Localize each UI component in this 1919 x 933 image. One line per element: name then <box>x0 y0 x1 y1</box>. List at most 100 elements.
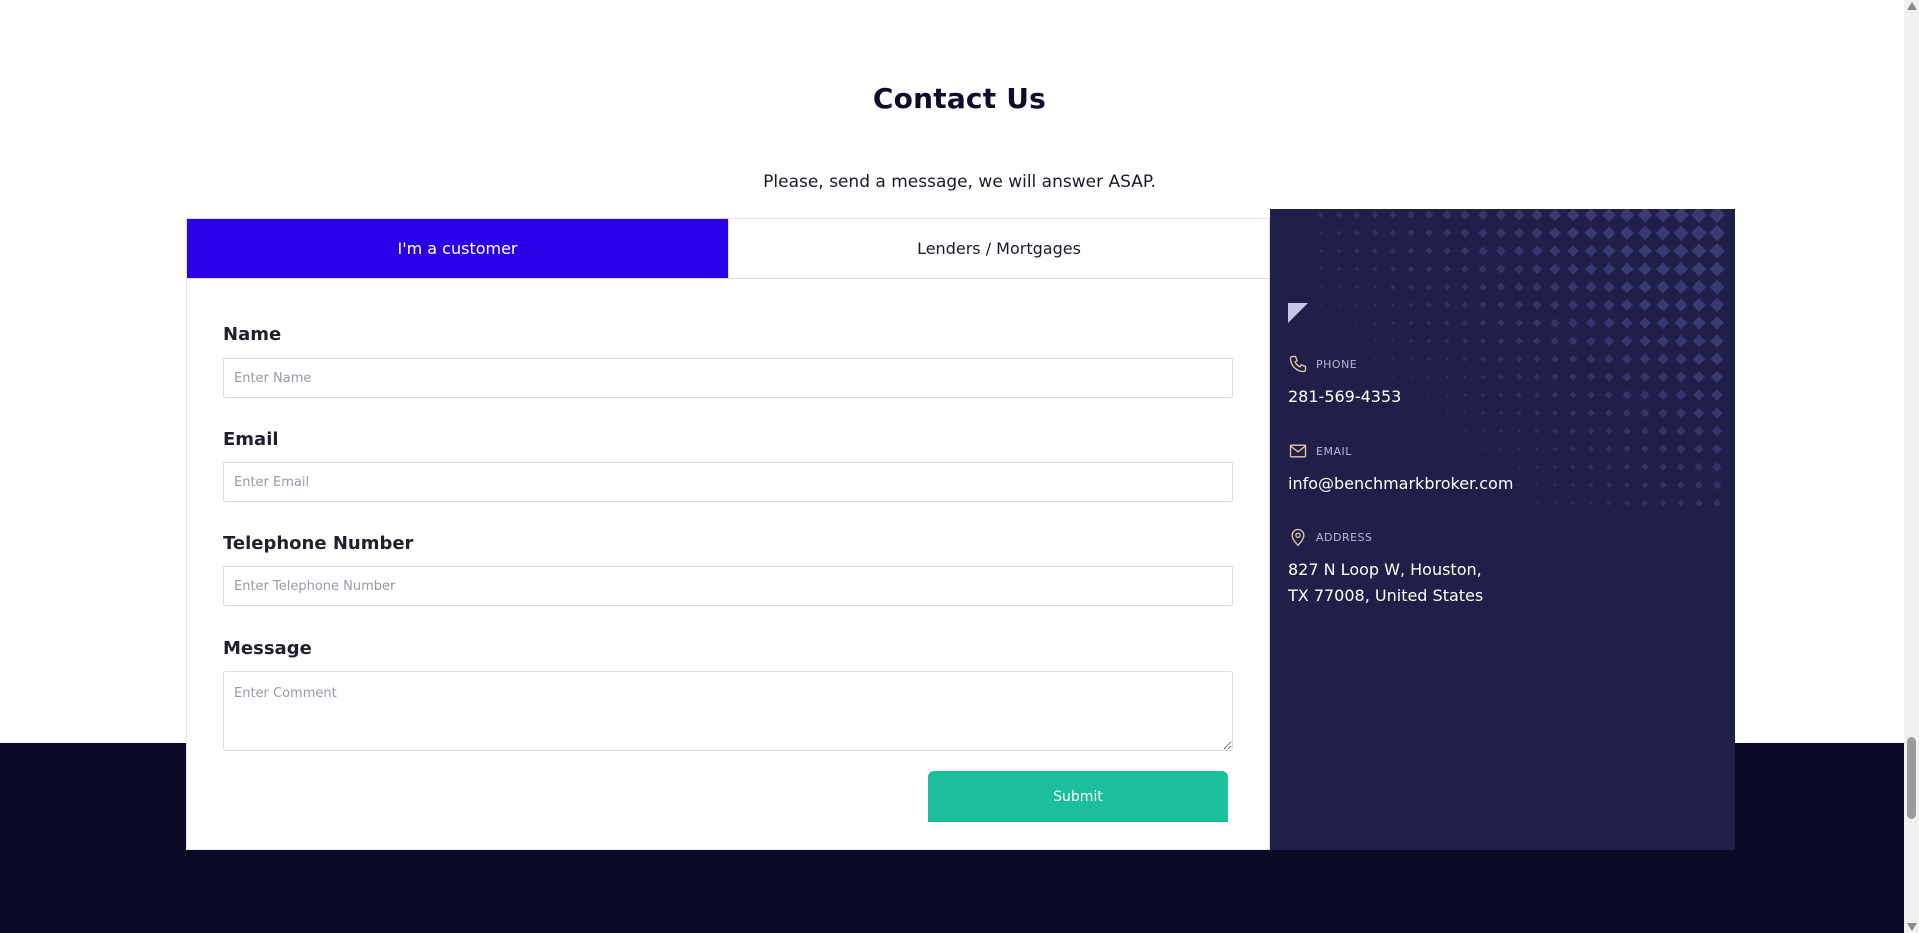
pattern-dot <box>1408 338 1414 344</box>
pattern-dot <box>1517 465 1521 469</box>
pattern-dot <box>1640 390 1650 400</box>
pattern-dot <box>1408 302 1414 308</box>
pattern-dot <box>1657 371 1669 383</box>
pattern-dot <box>1637 225 1653 241</box>
pattern-dot <box>1691 243 1707 259</box>
pattern-dot <box>1641 463 1649 471</box>
message-textarea[interactable] <box>223 671 1233 751</box>
pattern-dot <box>1479 319 1487 327</box>
pattern-dot <box>1639 335 1651 347</box>
email-value[interactable]: info@benchmarkbroker.com <box>1288 471 1513 497</box>
mail-icon <box>1289 444 1307 458</box>
pattern-dot <box>1567 281 1579 293</box>
pattern-dot <box>1603 317 1615 329</box>
scroll-down-arrow-icon[interactable] <box>1907 923 1917 931</box>
pattern-dot <box>1409 393 1413 397</box>
pattern-dot <box>1603 299 1615 311</box>
pattern-dot <box>1566 209 1580 222</box>
pattern-dot <box>1567 299 1579 311</box>
pattern-dot <box>1408 320 1414 326</box>
scroll-up-arrow-icon[interactable] <box>1907 2 1917 10</box>
pattern-dot <box>1586 390 1596 400</box>
address-line-1: 827 N Loop W, Houston, <box>1288 560 1482 579</box>
pattern-dot <box>1605 427 1613 435</box>
pattern-dot <box>1535 483 1539 487</box>
pattern-dot <box>1445 393 1449 397</box>
pattern-dot <box>1694 480 1704 490</box>
pattern-dot <box>1587 445 1595 453</box>
pattern-dot <box>1676 462 1686 472</box>
page-scrollbar[interactable] <box>1904 0 1919 933</box>
pattern-dot <box>1641 481 1649 489</box>
scrollbar-thumb[interactable] <box>1907 737 1916 819</box>
pattern-dot <box>1655 243 1671 259</box>
pattern-dot <box>1319 303 1323 307</box>
pattern-dot <box>1659 481 1667 489</box>
pattern-dot <box>1533 391 1541 399</box>
pattern-dot <box>1373 339 1377 343</box>
pattern-dot <box>1673 225 1689 241</box>
pattern-dot <box>1498 392 1504 398</box>
pattern-dot <box>1602 226 1616 240</box>
pattern-dot <box>1319 285 1323 289</box>
pattern-dot <box>1535 501 1539 505</box>
pattern-dot <box>1424 210 1434 220</box>
pattern-dot <box>1371 229 1379 237</box>
pattern-dot <box>1407 265 1415 273</box>
pattern-dot <box>1638 298 1652 312</box>
pattern-dot <box>1673 209 1689 223</box>
pattern-dot <box>1478 228 1488 238</box>
pattern-dot <box>1479 301 1487 309</box>
pattern-dot <box>1424 228 1434 238</box>
pattern-dot <box>1569 409 1577 417</box>
pattern-dot <box>1657 353 1669 365</box>
pattern-dot <box>1674 334 1688 348</box>
pattern-dot <box>1354 266 1360 272</box>
pattern-dot <box>1442 228 1452 238</box>
tab-lenders-mortgages[interactable]: Lenders / Mortgages <box>728 219 1269 278</box>
phone-input[interactable] <box>223 566 1233 606</box>
submit-button[interactable]: Submit <box>928 771 1228 822</box>
pattern-dot <box>1549 227 1561 239</box>
tab-customer[interactable]: I'm a customer <box>187 219 728 278</box>
pattern-dot <box>1407 283 1415 291</box>
name-input[interactable] <box>223 358 1233 398</box>
pattern-dot <box>1531 245 1543 257</box>
pattern-dot <box>1692 334 1706 348</box>
pattern-dot <box>1498 374 1504 380</box>
pattern-dot <box>1389 247 1397 255</box>
pattern-dot <box>1478 264 1488 274</box>
pattern-dot <box>1585 281 1597 293</box>
pattern-dot <box>1568 336 1578 346</box>
pattern-dot <box>1513 209 1525 221</box>
pattern-dot <box>1570 500 1576 506</box>
pattern-dot <box>1534 464 1540 470</box>
email-input[interactable] <box>223 462 1233 502</box>
pattern-dot <box>1587 409 1595 417</box>
pattern-dot <box>1480 374 1486 380</box>
pattern-dot <box>1354 248 1360 254</box>
pattern-dot <box>1549 245 1561 257</box>
pattern-dot <box>1550 336 1560 346</box>
pattern-dot <box>1336 266 1342 272</box>
pattern-dot <box>1460 246 1470 256</box>
pattern-dot <box>1478 282 1488 292</box>
pattern-dot <box>1691 279 1707 295</box>
pattern-dot <box>1570 482 1576 488</box>
pattern-dot <box>1371 211 1379 219</box>
pattern-dot <box>1712 498 1722 508</box>
pattern-dot <box>1655 209 1671 223</box>
pattern-dot <box>1620 244 1634 258</box>
pattern-dot <box>1480 410 1486 416</box>
pattern-dot <box>1406 210 1416 220</box>
pattern-dot <box>1391 339 1395 343</box>
pattern-dot <box>1655 225 1671 241</box>
pattern-dot <box>1584 226 1598 240</box>
pattern-dot <box>1480 356 1486 362</box>
pattern-dot <box>1462 374 1468 380</box>
phone-value[interactable]: 281-569-4353 <box>1288 384 1401 410</box>
pattern-dot <box>1427 375 1431 379</box>
pattern-dot <box>1443 319 1451 327</box>
pattern-dot <box>1496 264 1506 274</box>
pattern-dot <box>1498 410 1504 416</box>
